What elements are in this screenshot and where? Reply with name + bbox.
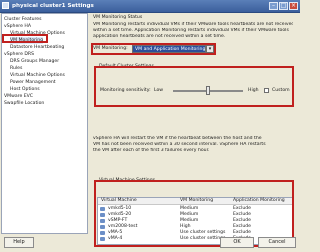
tree-item-cluster-features[interactable]: Cluster Features xyxy=(4,16,42,23)
tree-item-drs-vm-options[interactable]: Virtual Machine Options xyxy=(10,72,65,79)
close-button[interactable]: × xyxy=(289,2,298,10)
vm-icon xyxy=(100,219,105,223)
tree-item-power-management[interactable]: Power Management xyxy=(10,79,56,86)
low-label: Low xyxy=(154,88,164,93)
vm-icon xyxy=(100,213,105,217)
vm-icon xyxy=(100,237,105,241)
tree-item-vmware-evc[interactable]: VMware EVC xyxy=(4,93,33,100)
tree-item-vsphere-ha[interactable]: vSphere HA xyxy=(4,23,31,30)
tree-item-vsphere-drs[interactable]: vSphere DRS xyxy=(4,51,34,58)
default-settings-group: Default Cluster Settings xyxy=(94,64,294,107)
custom-label: Custom xyxy=(272,88,290,93)
tree-item-ha-vm-options[interactable]: Virtual Machine Options xyxy=(10,30,65,37)
info-line-3: the VM after each of the first 3 failure… xyxy=(93,148,210,153)
maximize-button[interactable]: □ xyxy=(279,2,288,10)
status-header: VM Monitoring Status xyxy=(93,15,143,20)
minimize-button[interactable]: – xyxy=(269,2,278,10)
chevron-down-icon[interactable]: ▾ xyxy=(206,45,214,53)
tree-item-datastore-heartbeating[interactable]: Datastore Heartbeating xyxy=(10,44,64,51)
custom-checkbox[interactable] xyxy=(264,88,269,93)
sensitivity-slider-thumb[interactable] xyxy=(206,86,210,95)
table-header: Virtual Machine VM Monitoring Applicatio… xyxy=(98,198,294,205)
column-header-app-monitoring[interactable]: Application Monitoring xyxy=(233,198,285,204)
high-label: High xyxy=(248,88,259,93)
vm-settings-title: Virtual Machine Settings xyxy=(98,178,157,183)
title-bar: physical cluster1 Settings – □ × xyxy=(0,0,300,13)
vm-icon xyxy=(100,207,105,211)
sensitivity-label: Monitoring sensitivity: xyxy=(100,88,151,93)
cell-vm-name: vMA-4 xyxy=(108,236,123,241)
vm-icon xyxy=(100,231,105,235)
tree-item-rules[interactable]: Rules xyxy=(10,65,22,72)
tree-item-swapfile-location[interactable]: Swapfile Location xyxy=(4,100,44,107)
status-line-3: application heartbeats are not received … xyxy=(93,34,226,39)
default-settings-title: Default Cluster Settings xyxy=(98,64,155,69)
vm-monitoring-label: VM Monitoring: xyxy=(93,46,128,51)
tree-item-host-options[interactable]: Host Options xyxy=(10,86,40,93)
settings-tree: Cluster Features vSphere HA Virtual Mach… xyxy=(1,13,88,234)
vm-icon xyxy=(100,225,105,229)
tree-item-drs-groups[interactable]: DRS Groups Manager xyxy=(10,58,59,65)
window-title: physical cluster1 Settings xyxy=(12,3,94,9)
tree-item-vm-monitoring[interactable]: VM Monitoring xyxy=(10,37,44,44)
cell-vm-monitoring: Use cluster settings xyxy=(180,236,226,241)
column-header-vm[interactable]: Virtual Machine xyxy=(101,198,137,204)
help-button[interactable]: Help xyxy=(4,237,34,248)
settings-panel: VM Monitoring Status VM Monitoring resta… xyxy=(90,13,298,247)
column-header-vm-monitoring[interactable]: VM Monitoring xyxy=(180,198,213,204)
ok-button[interactable]: OK xyxy=(220,237,254,248)
cancel-button[interactable]: Cancel xyxy=(258,237,296,248)
vm-monitoring-select[interactable]: VM and Application Monitoring xyxy=(132,45,206,53)
window-icon xyxy=(2,2,9,9)
